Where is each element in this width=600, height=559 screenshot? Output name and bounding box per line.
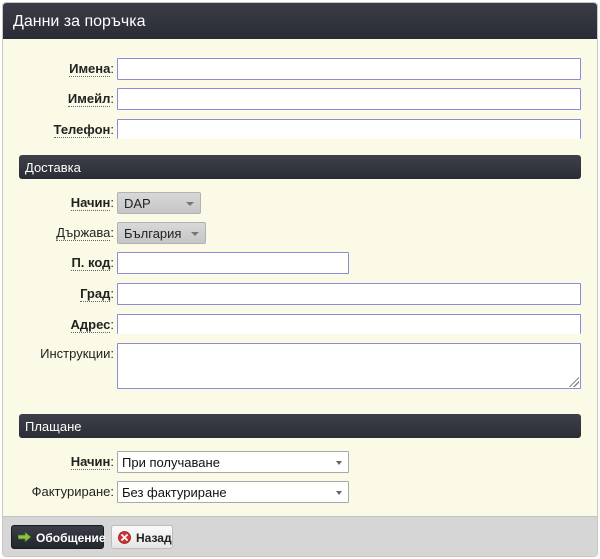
- back-button[interactable]: Назад: [111, 525, 173, 549]
- back-button-label: Назад: [136, 531, 172, 545]
- phone-label: Телефон:: [53, 122, 114, 138]
- city-label: Град:: [80, 286, 114, 302]
- chevron-down-icon: [336, 491, 342, 495]
- postcode-row: П. код:: [3, 252, 597, 276]
- form-footer: Обобщение Назад: [3, 516, 597, 556]
- country-value: България: [124, 226, 182, 241]
- delivery-method-select[interactable]: DAP: [117, 192, 201, 214]
- summary-button-label: Обобщение: [36, 531, 106, 545]
- chevron-down-icon: [191, 232, 199, 236]
- resize-grip-icon[interactable]: [569, 377, 579, 387]
- payment-method-label: Начин:: [70, 454, 114, 470]
- address-label: Адрес:: [70, 317, 114, 333]
- phone-input[interactable]: [117, 119, 581, 139]
- right-arrow-icon: [18, 532, 31, 542]
- delivery-method-row: Начин: DAP: [3, 192, 597, 216]
- instructions-label: Инструкции:: [40, 346, 114, 361]
- address-row: Адрес:: [3, 314, 597, 338]
- order-form-panel: Данни за поръчка Имена: Имейл: Телефон: …: [2, 2, 598, 557]
- country-row: Държава: България: [3, 222, 597, 246]
- postcode-label: П. код:: [71, 255, 114, 271]
- name-row: Имена:: [3, 58, 597, 82]
- email-input[interactable]: [117, 88, 581, 110]
- invoicing-value: Без фактуриране: [122, 485, 227, 500]
- summary-button[interactable]: Обобщение: [11, 525, 106, 549]
- email-label: Имейл:: [67, 91, 114, 107]
- invoicing-row: Фактуриране: Без фактуриране: [3, 481, 597, 505]
- country-select[interactable]: България: [117, 222, 206, 244]
- payment-method-row: Начин: При получаване: [3, 451, 597, 475]
- postcode-input[interactable]: [117, 252, 349, 274]
- city-input[interactable]: [117, 283, 581, 305]
- phone-row: Телефон:: [3, 119, 597, 143]
- chevron-down-icon: [186, 202, 194, 206]
- delivery-section-header: Доставка: [19, 155, 581, 179]
- instructions-textarea[interactable]: [117, 343, 581, 389]
- email-row: Имейл:: [3, 88, 597, 112]
- instructions-row: Инструкции:: [3, 343, 597, 391]
- payment-method-value: При получаване: [122, 455, 220, 470]
- chevron-down-icon: [336, 461, 342, 465]
- name-label: Имена:: [69, 61, 114, 77]
- country-label: Държава:: [56, 225, 114, 241]
- city-row: Град:: [3, 283, 597, 307]
- payment-section-header: Плащане: [19, 414, 581, 438]
- address-input[interactable]: [117, 314, 581, 334]
- invoicing-label: Фактуриране:: [31, 484, 114, 499]
- delivery-method-label: Начин:: [70, 195, 114, 211]
- delivery-method-value: DAP: [124, 196, 151, 211]
- invoicing-select[interactable]: Без фактуриране: [117, 481, 349, 503]
- name-input[interactable]: [117, 58, 581, 80]
- panel-title: Данни за поръчка: [3, 3, 597, 39]
- close-circle-icon: [118, 531, 131, 544]
- payment-method-select[interactable]: При получаване: [117, 451, 349, 473]
